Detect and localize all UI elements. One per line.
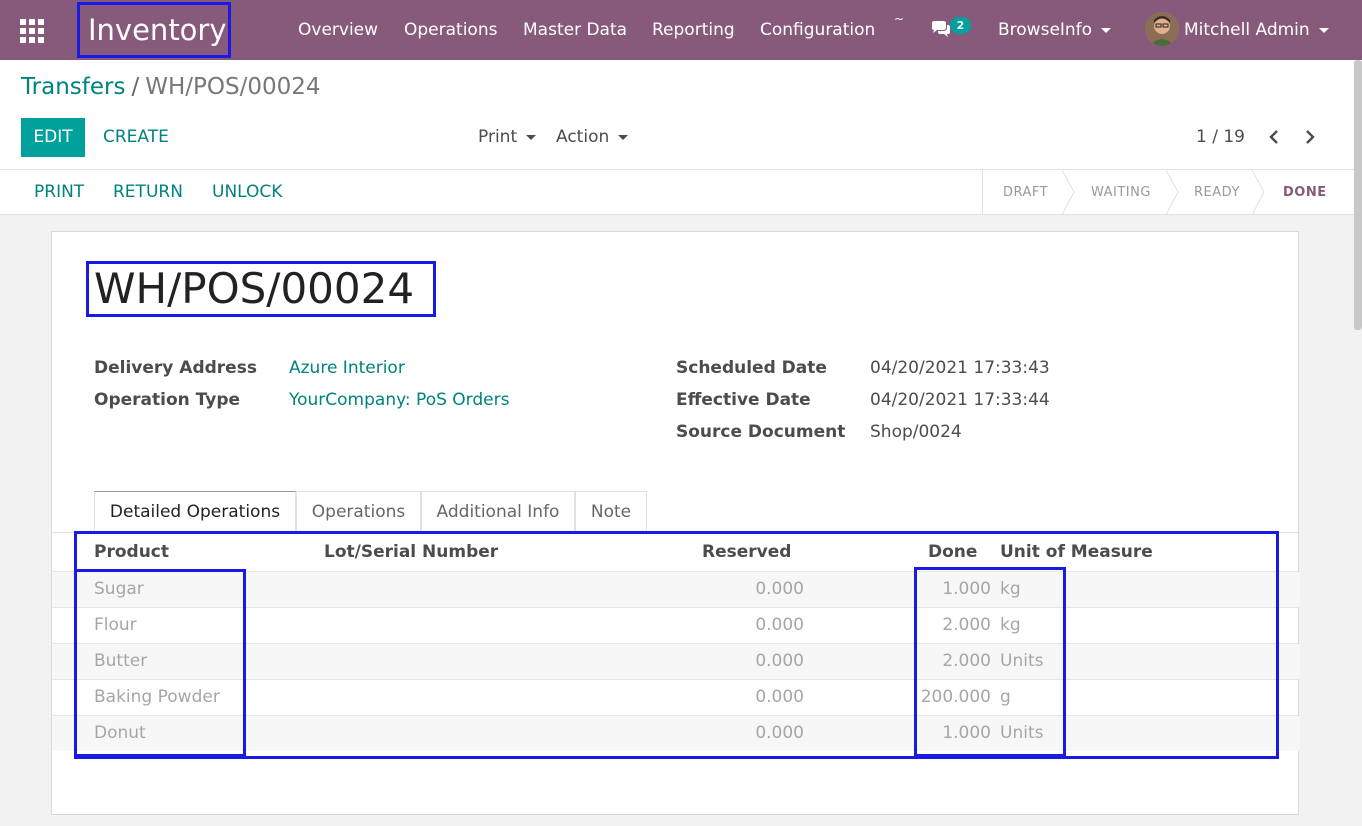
edit-button[interactable]: EDIT [21, 118, 85, 157]
tab-note[interactable]: Note [575, 491, 647, 532]
breadcrumb-separator: / [131, 74, 140, 100]
done-column-highlight-box [914, 567, 1066, 757]
chevron-down-icon [1318, 27, 1329, 33]
source-document-label: Source Document [676, 422, 846, 442]
scheduled-date-label: Scheduled Date [676, 358, 827, 378]
print-dropdown-label: Print [478, 127, 518, 147]
chevron-right-icon[interactable] [1303, 130, 1317, 144]
delivery-address-label: Delivery Address [94, 358, 257, 378]
delivery-address-link[interactable]: Azure Interior [289, 358, 405, 378]
scrollbar-thumb[interactable] [1354, 60, 1362, 330]
tab-additional-info[interactable]: Additional Info [421, 491, 575, 532]
control-panel: Transfers / WH/POS/00024 EDIT CREATE Print… [0, 60, 1362, 170]
stage-done: DONE [1283, 185, 1327, 200]
chat-icon[interactable] [930, 20, 952, 38]
source-document-value: Shop/0024 [870, 422, 962, 442]
product-column-highlight-box [74, 569, 246, 757]
operation-type-link[interactable]: YourCompany: PoS Orders [289, 390, 509, 410]
effective-date-label: Effective Date [676, 390, 811, 410]
tab-operations[interactable]: Operations [296, 491, 421, 532]
menu-operations[interactable]: Operations [404, 0, 497, 60]
action-dropdown-label: Action [556, 127, 610, 147]
browseinfo-menu[interactable]: BrowseInfo [998, 0, 1112, 60]
stage-waiting: WAITING [1091, 185, 1151, 200]
browseinfo-label: BrowseInfo [998, 20, 1093, 40]
user-menu[interactable]: Mitchell Admin [1184, 0, 1329, 60]
pager-value[interactable]: 1 / 19 [1196, 118, 1245, 157]
action-dropdown[interactable]: Action [556, 118, 629, 157]
print-button[interactable]: PRINT [34, 170, 84, 215]
menu-overview[interactable]: Overview [298, 0, 378, 60]
menu-configuration[interactable]: Configuration [760, 0, 875, 60]
form-sheet: WH/POS/00024 Delivery Address Azure Inte… [51, 231, 1300, 815]
breadcrumb: Transfers / WH/POS/00024 [21, 74, 321, 100]
chevron-down-icon [618, 134, 629, 140]
operation-type-label: Operation Type [94, 390, 241, 410]
tilde-mark: ~ [894, 12, 905, 26]
stage-arrow-divider [1061, 170, 1075, 215]
breadcrumb-current: WH/POS/00024 [145, 74, 321, 100]
chevron-down-icon [526, 134, 537, 140]
create-button[interactable]: CREATE [103, 118, 169, 157]
return-button[interactable]: RETURN [113, 170, 183, 215]
print-dropdown[interactable]: Print [478, 118, 537, 157]
table-highlight-box [74, 531, 1279, 759]
record-title: WH/POS/00024 [94, 264, 415, 313]
menu-master-data[interactable]: Master Data [523, 0, 627, 60]
app-menu-grid-icon[interactable] [20, 19, 44, 43]
status-bar: PRINT RETURN UNLOCK DRAFT WAITING READY … [0, 170, 1362, 215]
stage-pipeline: DRAFT WAITING READY DONE [982, 170, 1344, 215]
unlock-button[interactable]: UNLOCK [212, 170, 282, 215]
menu-reporting[interactable]: Reporting [652, 0, 735, 60]
chevron-down-icon [1101, 27, 1112, 33]
stage-arrow-divider [1165, 170, 1179, 215]
record-title-box: WH/POS/00024 [86, 261, 436, 317]
stage-arrow-divider [1251, 170, 1265, 215]
stage-draft: DRAFT [1003, 185, 1049, 200]
user-name: Mitchell Admin [1184, 20, 1310, 40]
breadcrumb-transfers-link[interactable]: Transfers [21, 74, 125, 100]
stage-ready: READY [1194, 185, 1240, 200]
effective-date-value: 04/20/2021 17:33:44 [870, 390, 1050, 410]
tab-detailed-operations[interactable]: Detailed Operations [94, 491, 296, 532]
chevron-left-icon[interactable] [1267, 130, 1281, 144]
scheduled-date-value: 04/20/2021 17:33:43 [870, 358, 1050, 378]
chat-count-badge: 2 [950, 17, 971, 34]
top-navbar: Inventory Overview Operations Master Dat… [0, 0, 1362, 60]
avatar[interactable] [1145, 12, 1179, 46]
app-name[interactable]: Inventory [77, 2, 231, 58]
